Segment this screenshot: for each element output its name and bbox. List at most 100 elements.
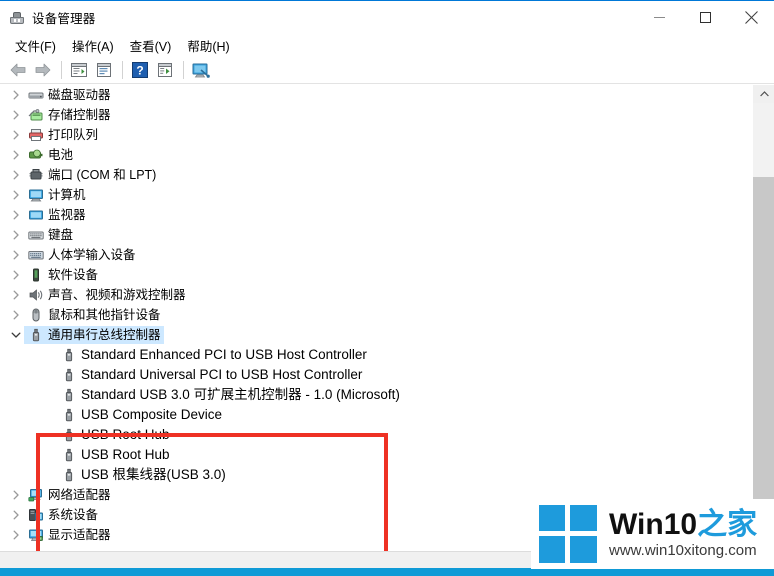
tree-row-content[interactable]: 端口 (COM 和 LPT) [24,166,159,184]
help-button[interactable]: ? [128,59,152,82]
menu-action[interactable]: 操作(A) [64,34,122,57]
properties-button[interactable] [67,59,91,82]
separator-1 [61,61,62,79]
minimize-button[interactable] [636,2,682,32]
menu-file[interactable]: 文件(F) [7,34,64,57]
disk-drive-icon [27,85,45,105]
tree-row-content[interactable]: 计算机 [24,186,89,204]
tree-row-content[interactable]: USB Composite Device [57,406,225,424]
chevron-right-icon[interactable] [8,285,24,305]
tree-row-label: 键盘 [48,228,74,242]
tree-row[interactable]: Standard Universal PCI to USB Host Contr… [0,365,752,385]
tree-row-content[interactable]: 磁盘驱动器 [24,86,114,104]
forward-button[interactable] [31,59,55,82]
close-button[interactable] [728,2,774,32]
tree-row-content[interactable]: Standard Universal PCI to USB Host Contr… [57,366,365,384]
computer-icon [27,185,45,205]
chevron-right-icon[interactable] [8,265,24,285]
printer-icon [27,125,45,145]
tree-row[interactable]: USB Root Hub [0,425,752,445]
tree-row[interactable]: 存储控制器 [0,105,752,125]
tree-row-content[interactable]: Standard Enhanced PCI to USB Host Contro… [57,346,370,364]
keyboard-icon [27,225,45,245]
tree-row[interactable]: 人体学输入设备 [0,245,752,265]
tree-row-content[interactable]: 显示适配器 [24,526,114,544]
chevron-right-icon[interactable] [8,185,24,205]
chevron-right-icon[interactable] [8,245,24,265]
tree-row-label: 声音、视频和游戏控制器 [48,288,186,302]
tree-row-content[interactable]: 人体学输入设备 [24,246,139,264]
chevron-right-icon[interactable] [8,505,24,525]
scrollbar-track[interactable] [753,177,774,551]
tree-row-content[interactable]: 监视器 [24,206,89,224]
tree-row-content[interactable]: 声音、视频和游戏控制器 [24,286,189,304]
menu-view[interactable]: 查看(V) [122,34,180,57]
watermark-brand-latin: Win10 [609,508,698,541]
chevron-right-icon[interactable] [8,145,24,165]
tree-row-content[interactable]: USB Root Hub [57,446,173,464]
back-button[interactable] [6,59,30,82]
title-bar: 设备管理器 [0,2,774,33]
tree-row-content[interactable]: USB Root Hub [57,426,173,444]
usb-device-icon [60,425,78,445]
tree-row[interactable]: 打印队列 [0,125,752,145]
chevron-down-icon[interactable] [8,325,24,345]
tree-row[interactable]: 键盘 [0,225,752,245]
tree-row-content[interactable]: 通用串行总线控制器 [24,326,164,344]
scan-hardware-button[interactable] [189,59,213,82]
tree-row-content[interactable]: 系统设备 [24,506,101,524]
tree-row[interactable]: USB Root Hub [0,445,752,465]
tree-row-content[interactable]: 网络适配器 [24,486,114,504]
tree-row-content[interactable]: 键盘 [24,226,76,244]
chevron-right-icon[interactable] [8,485,24,505]
network-adapter-icon [27,485,45,505]
tree-row[interactable]: 声音、视频和游戏控制器 [0,285,752,305]
tree-row[interactable]: 软件设备 [0,265,752,285]
chevron-right-icon[interactable] [8,105,24,125]
tree-row-label: 系统设备 [48,508,99,522]
tree-row-content[interactable]: 存储控制器 [24,106,114,124]
chevron-right-icon[interactable] [8,205,24,225]
tree-row-content[interactable]: 鼠标和其他指针设备 [24,306,164,324]
tree-row-label: Standard Enhanced PCI to USB Host Contro… [81,347,367,362]
chevron-right-icon[interactable] [8,525,24,545]
usb-device-icon [60,385,78,405]
chevron-right-icon[interactable] [8,165,24,185]
tree-row[interactable]: 鼠标和其他指针设备 [0,305,752,325]
chevron-right-icon[interactable] [8,85,24,105]
maximize-button[interactable] [682,2,728,32]
separator-2 [122,61,123,79]
tree-row[interactable]: 监视器 [0,205,752,225]
tree-row[interactable]: 计算机 [0,185,752,205]
tree-row[interactable]: Standard Enhanced PCI to USB Host Contro… [0,345,752,365]
tree-row-content[interactable]: 软件设备 [24,266,101,284]
window-title: 设备管理器 [32,12,96,26]
tree-row[interactable]: 端口 (COM 和 LPT) [0,165,752,185]
update-driver-button[interactable] [153,59,177,82]
tree-row[interactable]: USB 根集线器(USB 3.0) [0,465,752,485]
tree-row-content[interactable]: 电池 [24,146,76,164]
chevron-right-icon[interactable] [8,125,24,145]
tree-row[interactable]: USB Composite Device [0,405,752,425]
tree-row[interactable]: 磁盘驱动器 [0,85,752,105]
usb-device-icon [60,465,78,485]
device-tree[interactable]: 磁盘驱动器存储控制器打印队列电池端口 (COM 和 LPT) 计算机监视器键盘人体… [0,85,752,551]
chevron-right-icon[interactable] [8,225,24,245]
tree-row[interactable]: 通用串行总线控制器 [0,325,752,345]
battery-icon [27,145,45,165]
vertical-scrollbar[interactable] [752,85,774,551]
tree-row[interactable]: Standard USB 3.0 可扩展主机控制器 - 1.0 (Microso… [0,385,752,405]
scrollbar-up-button[interactable] [753,85,774,103]
sound-icon [27,285,45,305]
tree-row[interactable]: 电池 [0,145,752,165]
tree-row-content[interactable]: USB 根集线器(USB 3.0) [57,466,229,484]
tree-row-content[interactable]: Standard USB 3.0 可扩展主机控制器 - 1.0 (Microso… [57,386,403,404]
tree-row-content[interactable]: 打印队列 [24,126,101,144]
chevron-right-icon[interactable] [8,305,24,325]
show-hidden-button[interactable] [92,59,116,82]
menu-help[interactable]: 帮助(H) [179,34,237,57]
